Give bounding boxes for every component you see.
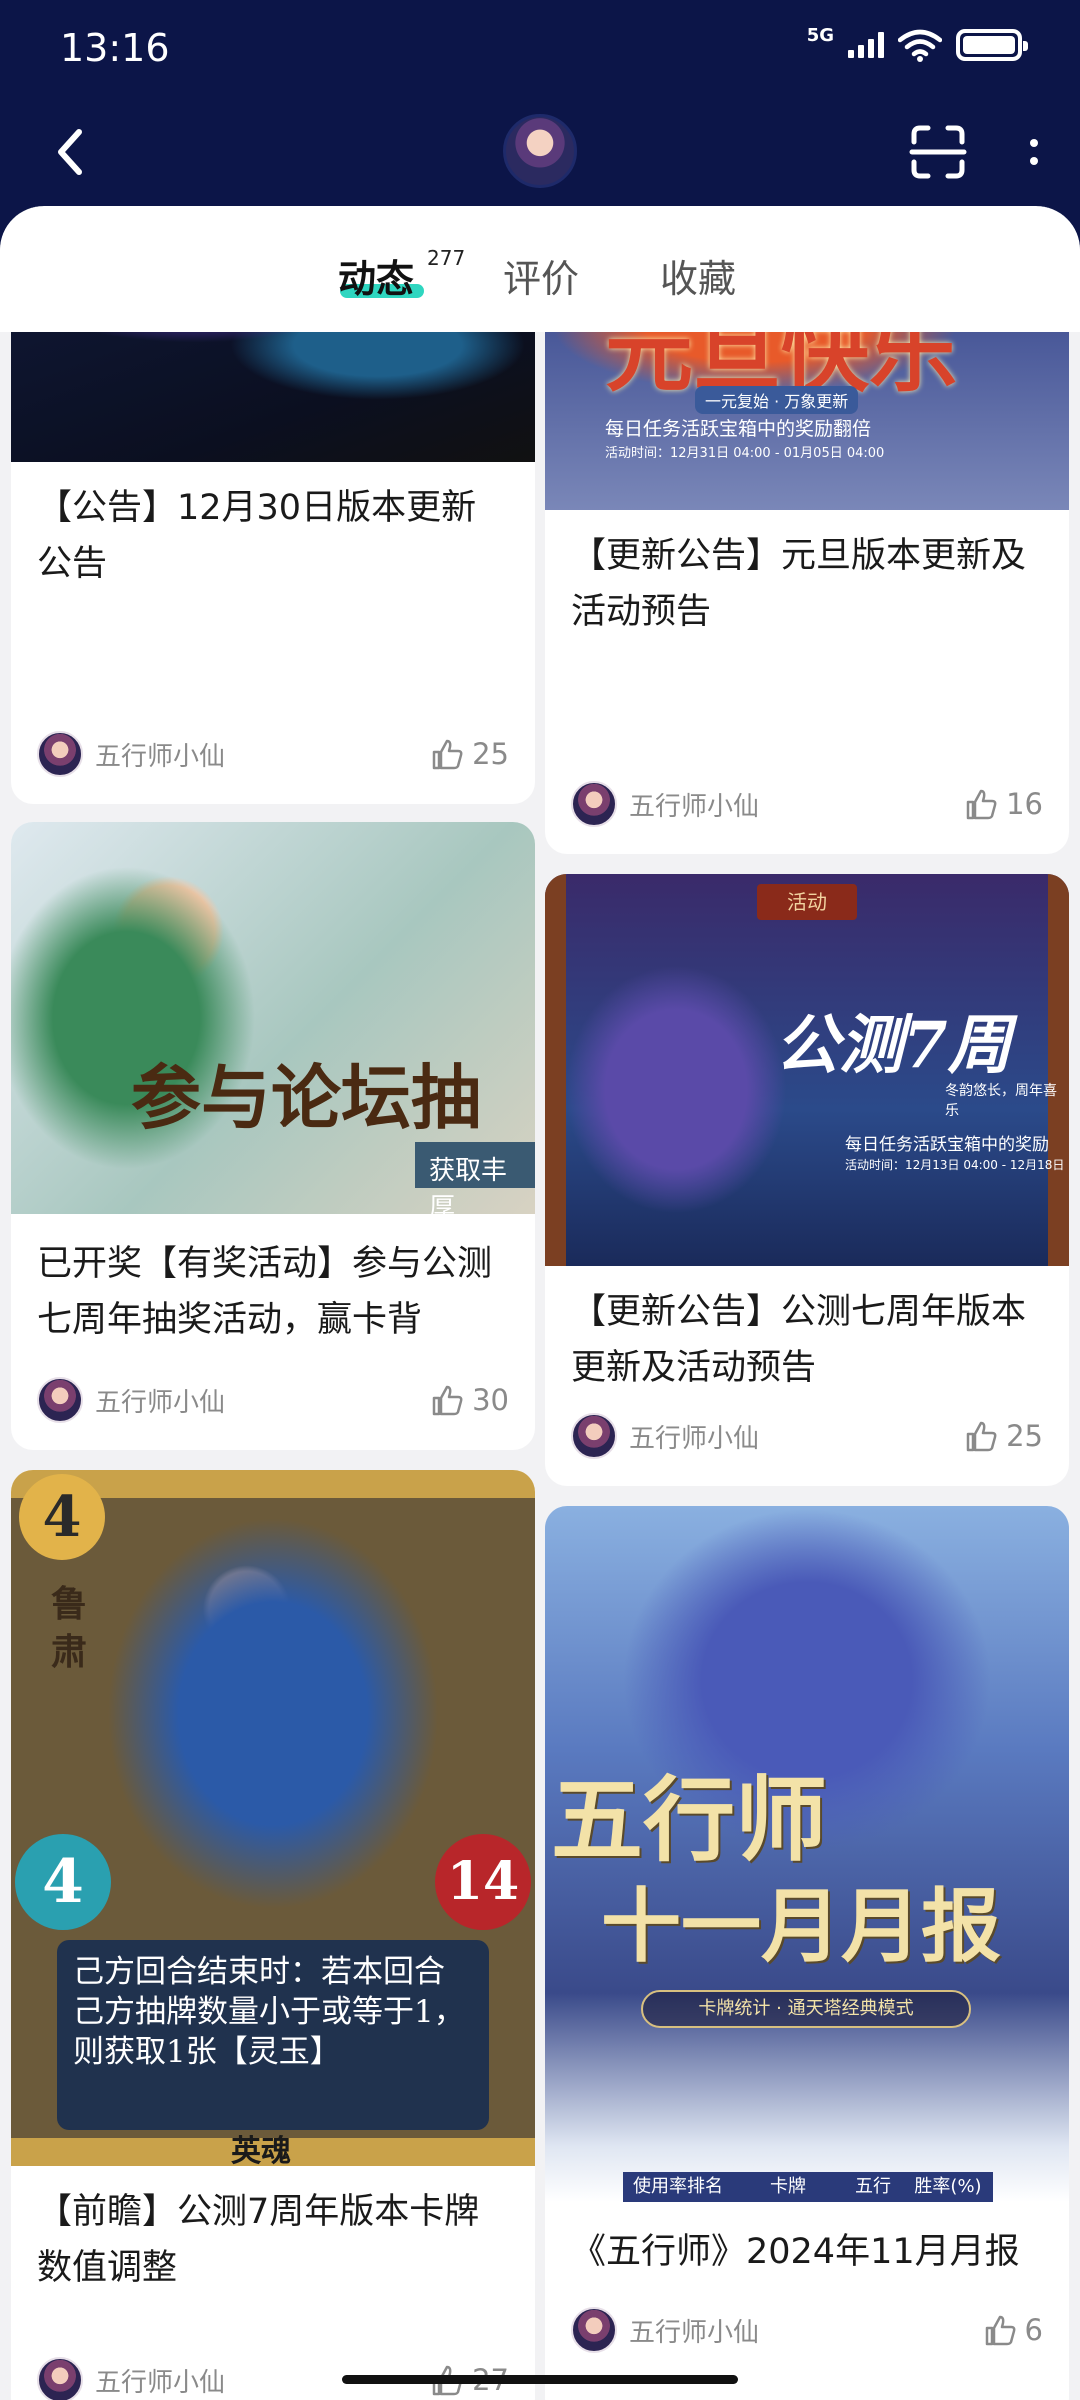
like-count: 25 (472, 737, 509, 771)
image-ribbon: 卡牌统计 · 通天塔经典模式 (641, 1990, 971, 2028)
image-time: 活动时间：12月31日 04:00 - 01月05日 04:00 (605, 446, 885, 461)
card-name: 鲁肃 (51, 1583, 88, 1673)
author-name: 五行师小仙 (95, 741, 226, 772)
post-card[interactable]: 4 鲁肃 4 14 己方回合结束时：若本回合己方抽牌数量小于或等于1，则获取1张… (11, 1470, 535, 2400)
thumbs-up-icon[interactable] (430, 1383, 464, 1417)
card-keyword: 英魂 (231, 2134, 291, 2166)
post-feed: 【公告】12月30日版本更新公告 五行师小仙 25 参与论坛抽 获取丰厚 已开奖… (0, 206, 1080, 2400)
image-headline: 参与论坛抽 (131, 1056, 481, 1139)
image-time: 活动时间：12月13日 04:00 - 12月18日 (845, 1158, 1065, 1172)
author-avatar (37, 1377, 83, 1423)
post-image: 活动 公测7周 冬韵悠长，周年喜乐 每日任务活跃宝箱中的奖励 活动时间：12月1… (545, 874, 1069, 1266)
like-count: 16 (1006, 787, 1043, 821)
card-health: 14 (435, 1834, 531, 1930)
scan-icon (909, 125, 967, 179)
post-title: 已开奖【有奖活动】参与公测七周年抽奖活动，赢卡背 (37, 1244, 493, 1340)
author-name: 五行师小仙 (629, 1423, 760, 1454)
thumbs-up-icon[interactable] (430, 737, 464, 771)
image-sub-banner: 获取丰厚 (415, 1142, 535, 1214)
image-headline-1: 五行师 (551, 1766, 828, 1874)
author-avatar (571, 781, 617, 827)
home-indicator[interactable] (342, 2375, 738, 2384)
thumbs-up-icon[interactable] (964, 787, 998, 821)
tab-bar: 动态 277 评价 收藏 (0, 206, 1080, 332)
chevron-left-icon (58, 129, 82, 175)
battery-icon (956, 29, 1028, 61)
post-image: 4 鲁肃 4 14 己方回合结束时：若本回合己方抽牌数量小于或等于1，则获取1张… (11, 1470, 535, 2166)
back-button[interactable] (40, 122, 100, 182)
wifi-icon (898, 29, 942, 62)
author-avatar (37, 731, 83, 777)
like-count: 6 (1024, 2313, 1043, 2347)
post-card[interactable]: 活动 公测7周 冬韵悠长，周年喜乐 每日任务活跃宝箱中的奖励 活动时间：12月1… (545, 874, 1069, 1486)
post-meta: 五行师小仙 25 (571, 1412, 1043, 1460)
table-col-rank: 使用率排名 (633, 2176, 723, 2197)
author-avatar (37, 2357, 83, 2400)
network-type: 5G (806, 24, 834, 46)
nav-bar (0, 110, 1080, 200)
posts-count-badge: 277 (427, 246, 466, 270)
image-headline-2: 十一月月报 (601, 1879, 1001, 1973)
post-meta: 五行师小仙 25 (37, 730, 509, 778)
more-options-button[interactable] (1014, 122, 1054, 182)
card-attack: 4 (15, 1834, 111, 1930)
post-card[interactable]: 五行师 十一月月报 卡牌统计 · 通天塔经典模式 使用率排名 卡牌 五行 胜率(… (545, 1506, 1069, 2400)
author-name: 五行师小仙 (629, 2317, 760, 2348)
image-subtitle: 冬韵悠长，周年喜乐 (945, 1083, 1057, 1119)
table-col-winrate: 胜率(%) (914, 2176, 982, 2197)
card-effect-text: 己方回合结束时：若本回合己方抽牌数量小于或等于1，则获取1张【灵玉】 (57, 1940, 489, 2130)
content-sheet: 动态 277 评价 收藏 【公告】12月30日版本更新公告 五行师小仙 25 参… (0, 206, 1080, 2400)
table-col-card: 卡牌 (770, 2176, 806, 2197)
status-bar: 13:16 5G (0, 0, 1080, 100)
post-title: 《五行师》2024年11月月报 (571, 2232, 1020, 2272)
image-subtitle: 一元复始 · 万象更新 (695, 386, 859, 414)
post-title: 【前瞻】公测7周年版本卡牌数值调整 (37, 2192, 480, 2288)
like-count: 30 (472, 1383, 509, 1417)
thumbs-up-icon[interactable] (964, 1419, 998, 1453)
table-col-element: 五行 (855, 2176, 891, 2197)
post-meta: 五行师小仙 16 (571, 780, 1043, 828)
image-tag: 活动 (757, 884, 857, 920)
post-card[interactable]: 参与论坛抽 获取丰厚 已开奖【有奖活动】参与公测七周年抽奖活动，赢卡背 五行师小… (11, 822, 535, 1450)
author-avatar (571, 1413, 617, 1459)
post-image: 参与论坛抽 获取丰厚 (11, 822, 535, 1214)
image-table-header: 使用率排名 卡牌 五行 胜率(%) (623, 2172, 993, 2202)
post-meta: 五行师小仙 6 (571, 2306, 1043, 2354)
profile-avatar[interactable] (503, 114, 577, 188)
tab-reviews[interactable]: 评价 (503, 248, 579, 303)
card-cost: 4 (19, 1474, 105, 1560)
scan-button[interactable] (908, 122, 968, 182)
image-headline: 公测7周 (775, 1008, 1012, 1083)
like-count: 25 (1006, 1419, 1043, 1453)
post-title: 【更新公告】元旦版本更新及活动预告 (571, 536, 1027, 632)
tab-posts[interactable]: 动态 (338, 248, 414, 303)
image-line: 每日任务活跃宝箱中的奖励翻倍 (605, 418, 872, 440)
post-image: 五行师 十一月月报 卡牌统计 · 通天塔经典模式 使用率排名 卡牌 五行 胜率(… (545, 1506, 1069, 2202)
dot (1030, 139, 1038, 147)
thumbs-up-icon[interactable] (983, 2313, 1017, 2347)
status-icons: 5G (806, 24, 1028, 62)
status-time: 13:16 (60, 26, 170, 70)
post-title: 【更新公告】公测七周年版本更新及活动预告 (571, 1292, 1027, 1388)
signal-icon (848, 32, 884, 58)
post-title: 【公告】12月30日版本更新公告 (37, 488, 477, 584)
tab-favorites[interactable]: 收藏 (660, 248, 736, 303)
post-meta: 五行师小仙 30 (37, 1376, 509, 1424)
dot (1030, 157, 1038, 165)
author-name: 五行师小仙 (95, 1387, 226, 1418)
author-avatar (571, 2307, 617, 2353)
image-line: 每日任务活跃宝箱中的奖励 (845, 1135, 1049, 1155)
author-name: 五行师小仙 (629, 791, 760, 822)
